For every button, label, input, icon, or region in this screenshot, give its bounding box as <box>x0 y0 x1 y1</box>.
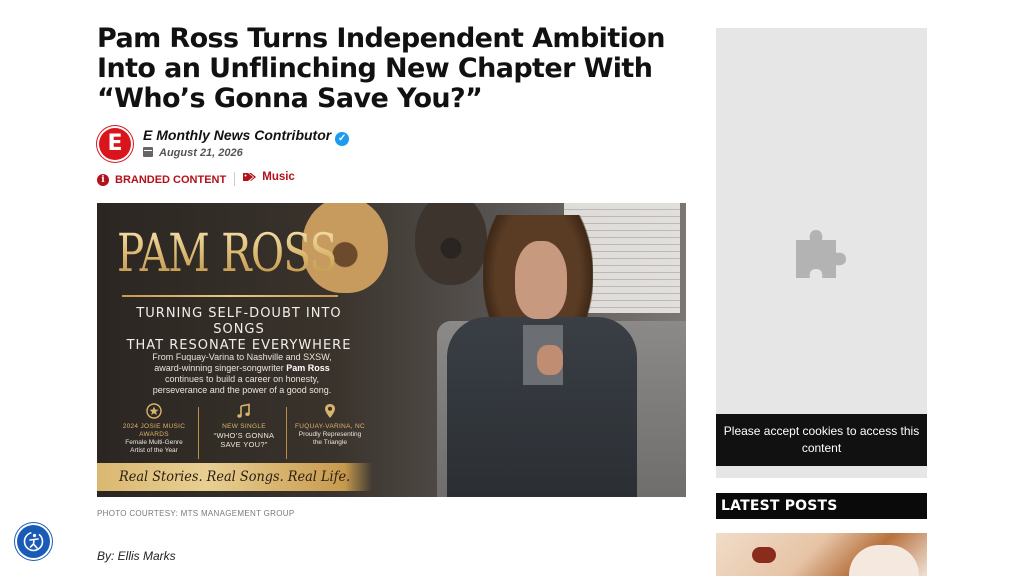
publish-date: August 21, 2026 <box>159 147 243 159</box>
hero-subtitle: TURNING SELF-DOUBT INTO SONGS THAT RESON… <box>119 306 359 354</box>
tag-divider <box>234 172 236 187</box>
portrait-hand <box>537 345 563 375</box>
article-header: Pam Ross Turns Independent Ambition Into… <box>97 24 687 114</box>
photo-credit: PHOTO COURTESY: MTS MANAGEMENT GROUP <box>97 509 295 518</box>
location-stat-heading: FUQUAY-VARINA, NC <box>295 423 365 430</box>
branded-content-tag[interactable]: i BRANDED CONTENT <box>97 174 226 186</box>
map-pin-icon <box>325 404 335 418</box>
blocked-ad-placeholder: Please accept cookies to access this con… <box>716 28 927 478</box>
award-stat-heading: 2024 JOSIE MUSIC AWARDS <box>122 423 186 438</box>
hero-subtitle-line-2: THAT RESONATE EVERYWHERE <box>126 338 352 353</box>
star-badge-icon <box>146 403 162 419</box>
author-name-row: E Monthly News Contributor ✓ <box>143 127 350 146</box>
article-tags: i BRANDED CONTENT Music <box>97 171 295 187</box>
hero-body-line-3: continues to build a career on honesty, <box>165 374 319 384</box>
headline-line-1: Pam Ross Turns Independent Ambition <box>97 23 665 54</box>
latest-posts-heading: LATEST POSTS <box>716 493 927 519</box>
hero-body-line-4: perseverance and the power of a good son… <box>152 385 332 395</box>
thumbnail-hand <box>849 545 919 576</box>
award-stat-line-2: Artist of the Year <box>130 447 178 454</box>
info-icon: i <box>97 174 109 186</box>
latest-post-thumbnail[interactable] <box>716 533 927 576</box>
single-stat-line-1: “WHO’S GONNA <box>213 431 275 440</box>
award-stat: 2024 JOSIE MUSIC AWARDS Female Multi-Gen… <box>115 403 193 455</box>
author-avatar[interactable]: E <box>97 126 133 162</box>
author-name[interactable]: E Monthly News Contributor <box>143 127 331 143</box>
article-headline: Pam Ross Turns Independent Ambition Into… <box>97 24 687 114</box>
portrait-figure <box>427 213 637 497</box>
headline-line-2: Into an Unflinching New Chapter With <box>97 53 653 84</box>
music-tag-label: Music <box>262 171 295 183</box>
hero-title: PAM ROSS <box>117 224 337 284</box>
hero-title-rule <box>122 295 338 297</box>
author-byline: E E Monthly News Contributor ✓ August 21,… <box>97 126 497 164</box>
location-stat-line-1: Proudly Representing <box>298 431 362 438</box>
hero-subtitle-line-1: TURNING SELF-DOUBT INTO SONGS <box>136 306 342 337</box>
article-byline: By: Ellis Marks <box>97 549 176 563</box>
puzzle-piece-icon <box>796 230 846 278</box>
stat-divider <box>198 407 199 459</box>
portrait-face <box>515 241 567 319</box>
accessibility-button[interactable] <box>17 525 50 558</box>
award-stat-line-1: Female Multi-Genre <box>125 439 183 446</box>
location-stat-line-2: the Triangle <box>313 439 347 446</box>
single-stat-line-2: SAVE YOU?” <box>220 440 268 449</box>
hero-banner-text: Real Stories. Real Songs. Real Life. <box>119 469 351 485</box>
stat-divider <box>286 407 287 459</box>
single-stat-heading: NEW SINGLE <box>222 423 266 430</box>
hero-body-line-2a: award-winning singer-songwriter <box>154 363 287 373</box>
music-note-icon <box>237 403 250 418</box>
location-stat: FUQUAY-VARINA, NC Proudly Representing t… <box>291 403 369 447</box>
hero-stats: 2024 JOSIE MUSIC AWARDS Female Multi-Gen… <box>115 403 375 463</box>
publish-date-row: August 21, 2026 <box>143 147 243 159</box>
hero-body-text: From Fuquay-Varina to Nashville and SXSW… <box>117 352 367 396</box>
cookie-consent-message[interactable]: Please accept cookies to access this con… <box>716 414 927 466</box>
verified-check-icon: ✓ <box>335 132 350 146</box>
hero-body-line-1: From Fuquay-Varina to Nashville and SXSW… <box>152 352 332 362</box>
tags-icon <box>243 173 257 181</box>
calendar-icon <box>143 147 153 157</box>
headline-line-3: “Who’s Gonna Save You?” <box>97 83 483 114</box>
branded-content-label: BRANDED CONTENT <box>115 174 227 186</box>
music-tag[interactable]: Music <box>243 171 295 183</box>
single-stat: NEW SINGLE “WHO’S GONNA SAVE YOU?” <box>205 403 283 449</box>
thumbnail-detail <box>752 547 776 563</box>
hero-image: PAM ROSS TURNING SELF-DOUBT INTO SONGS T… <box>97 203 686 497</box>
hero-body-artist-name: Pam Ross <box>286 363 330 373</box>
accessibility-icon <box>23 531 44 552</box>
